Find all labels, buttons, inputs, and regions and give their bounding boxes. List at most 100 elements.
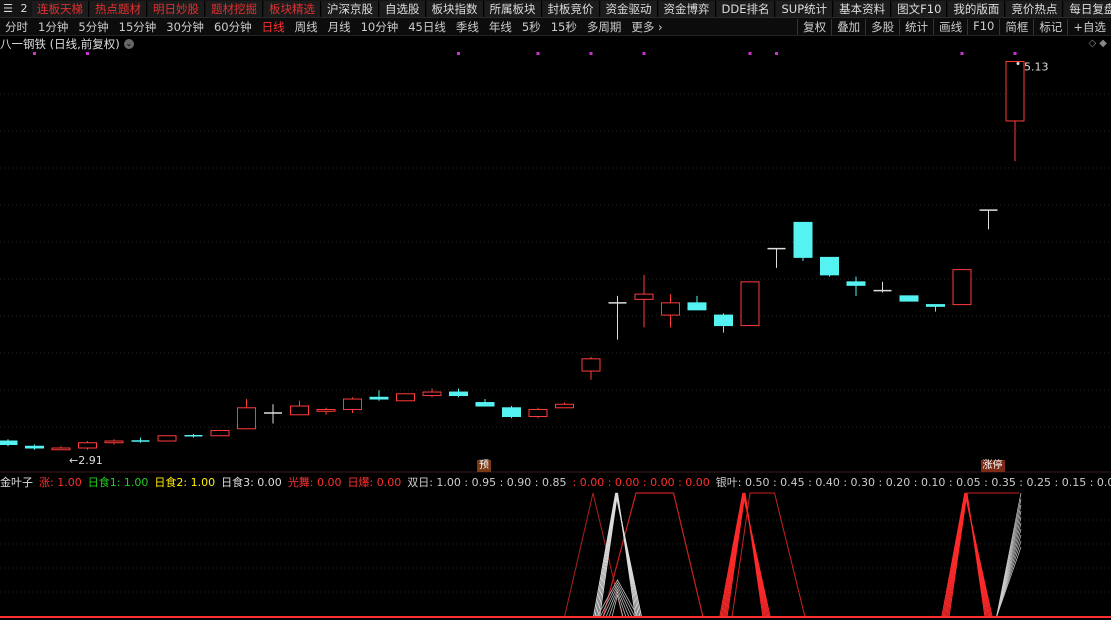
candle-body: [290, 405, 309, 416]
candle: [899, 295, 919, 302]
candle: [343, 397, 362, 414]
candle: [1005, 60, 1025, 162]
signal-dot: [1013, 52, 1017, 55]
signal-dot: [960, 52, 964, 55]
candle-body: [316, 409, 336, 412]
kline-chart[interactable]: 5.13 ←2.91: [0, 0, 1111, 620]
candle: [820, 256, 839, 277]
candle: [687, 295, 707, 311]
candle: [264, 404, 282, 424]
candle: [210, 430, 230, 437]
signal-dot: [642, 52, 646, 55]
candle-body: [396, 393, 415, 402]
indicator-line: [724, 492, 766, 618]
candle-body: [528, 409, 548, 418]
candle: [873, 281, 892, 293]
candle: [184, 434, 203, 438]
candle-body: [475, 402, 495, 407]
candle: [952, 269, 972, 306]
candle-body: [661, 302, 680, 316]
indicator-header: 金叶子 涨: 1.00 日食1: 1.00 日食2: 1.00 日食3: 0.00 光舞:…: [0, 474, 1111, 490]
signal-dot: [457, 52, 460, 55]
high-price-label: 5.13: [1024, 60, 1049, 73]
candle: [793, 221, 813, 261]
candle: [846, 276, 866, 296]
candle-body: [714, 314, 733, 327]
signal-dot: [86, 52, 89, 55]
candle: [237, 399, 256, 430]
signal-dot: [775, 52, 778, 55]
indicator-value-1: 涨: 1.00: [39, 476, 82, 489]
candle: [316, 407, 336, 415]
signal-dot: [589, 52, 593, 55]
candle: [78, 441, 97, 450]
signal-tag-1: 涨停: [980, 460, 1005, 472]
signal-tag-0: 预: [477, 460, 491, 472]
candle-body: [820, 256, 839, 276]
candle-body: [157, 435, 177, 442]
indicator-line: [946, 492, 988, 618]
candle: [422, 388, 442, 398]
candle-body: [449, 391, 468, 397]
candle-body: [343, 398, 362, 411]
candle: [396, 393, 415, 402]
candle: [528, 407, 548, 419]
signal-dot: [748, 52, 752, 55]
candle: [25, 444, 44, 450]
indicator-value-0: 金叶子: [0, 476, 33, 489]
candle: [767, 247, 786, 268]
candle-body: [634, 293, 654, 300]
high-marker: [1016, 61, 1020, 65]
candle-body: [51, 447, 71, 451]
indicator-value-4: 日食3: 0.00: [221, 476, 282, 489]
signal-dot: [33, 52, 36, 55]
candle: [51, 446, 71, 451]
indicator-value-7: 双日: 1.00 : 0.95 : 0.90 : 0.85: [407, 476, 567, 489]
candle: [661, 294, 680, 328]
indicator-value-6: 日爆: 0.00: [347, 476, 402, 489]
candle-body: [926, 304, 945, 307]
candle: [926, 304, 945, 312]
candle-body: [555, 403, 574, 409]
candle-body: [793, 221, 813, 258]
candle-body: [104, 440, 124, 444]
candle-body: [237, 407, 256, 430]
candle: [0, 439, 18, 447]
indicator-value-2: 日食1: 1.00: [87, 476, 149, 489]
candle: [131, 437, 150, 443]
candle-body: [1005, 60, 1025, 122]
candle: [581, 357, 601, 380]
candle-body: [581, 358, 601, 372]
candle: [502, 406, 521, 419]
candle-body: [25, 445, 44, 449]
candle-body: [210, 430, 230, 437]
indicator-value-5: 光舞: 0.00: [287, 476, 342, 489]
candle: [290, 400, 309, 416]
candle: [475, 399, 495, 407]
candle: [714, 313, 733, 333]
candle: [369, 390, 389, 401]
candle: [608, 295, 627, 340]
candle: [740, 281, 760, 327]
candle-body: [502, 407, 521, 418]
candle-body: [899, 295, 919, 302]
low-price-label: ←2.91: [69, 454, 103, 467]
candle-body: [952, 269, 972, 306]
candle-body: [0, 440, 18, 446]
indicator-line: [596, 492, 639, 618]
indicator-value-9: 银叶: 0.50 : 0.45 : 0.40 : 0.30 : 0.20 : 0…: [715, 476, 1111, 489]
candle: [979, 209, 998, 230]
candle: [157, 435, 177, 442]
candle-body: [369, 396, 389, 400]
candle: [104, 439, 124, 445]
candle-body: [846, 281, 866, 286]
candle-body: [687, 302, 707, 311]
signal-dot: [536, 52, 540, 55]
candle: [555, 402, 574, 409]
candle-body: [422, 391, 442, 397]
candle: [634, 274, 654, 328]
candle-body: [78, 442, 97, 449]
indicator-value-3: 日食2: 1.00: [154, 476, 216, 489]
indicator-value-8: : 0.00 : 0.00 : 0.00 : 0.00: [572, 475, 710, 489]
indicator-line: [731, 492, 806, 618]
